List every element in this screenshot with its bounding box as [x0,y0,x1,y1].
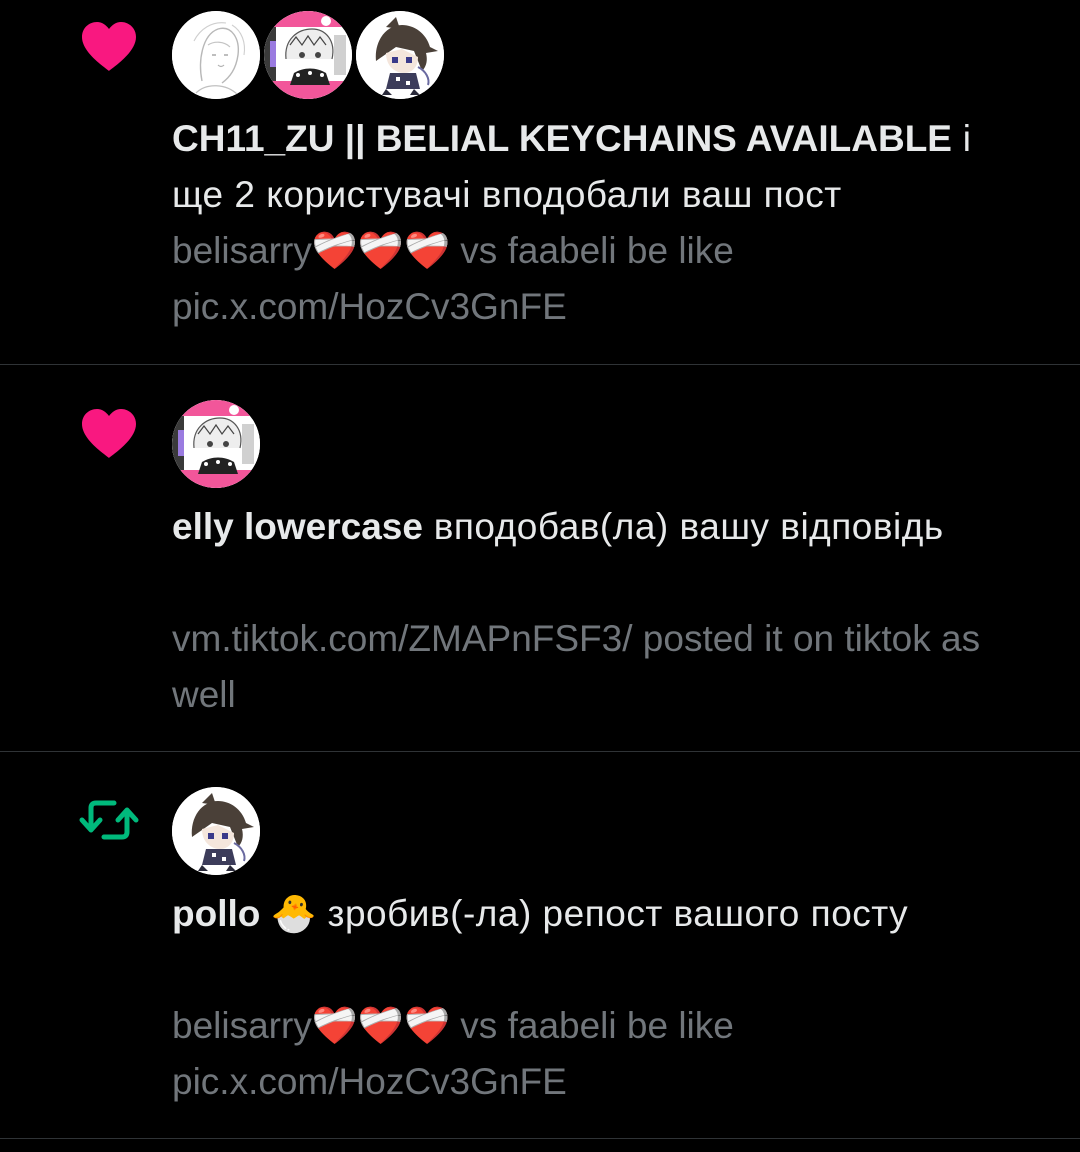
notifications-feed: CH11_ZU || BELIAL KEYCHAINS AVAILABLE і … [0,0,1080,1139]
avatar-group [172,11,444,99]
avatar-group [172,400,260,488]
user-name[interactable]: CH11_ZU || BELIAL KEYCHAINS AVAILABLE [172,118,952,159]
notification-headline: pollo 🐣 зробив(-ла) репост вашого посту [172,886,1032,942]
avatar[interactable] [172,11,260,99]
heart-icon [78,16,140,78]
avatar-group [172,787,260,875]
avatar[interactable] [264,11,352,99]
notification-item[interactable]: elly lowercase вподобав(ла) вашу відпові… [0,365,1080,752]
user-name[interactable]: pollo 🐣 [172,893,317,934]
notification-action: зробив(-ла) репост вашого посту [316,893,909,934]
repost-icon [78,789,140,851]
heart-icon [78,403,140,465]
notification-headline: CH11_ZU || BELIAL KEYCHAINS AVAILABLE і … [172,111,1032,223]
notification-action: вподобав(ла) вашу відповідь [422,506,944,547]
avatar[interactable] [172,400,260,488]
notification-headline: elly lowercase вподобав(ла) вашу відпові… [172,499,1032,555]
user-name[interactable]: elly lowercase [172,506,423,547]
avatar[interactable] [356,11,444,99]
avatar[interactable] [172,787,260,875]
notification-item[interactable]: CH11_ZU || BELIAL KEYCHAINS AVAILABLE і … [0,0,1080,365]
post-preview: vm.tiktok.com/ZMAPnFSF3/ posted it on ti… [172,618,981,715]
post-preview: belisarry❤️‍🩹❤️‍🩹❤️‍🩹 vs faabeli be like… [172,1005,734,1102]
post-preview: belisarry❤️‍🩹❤️‍🩹❤️‍🩹 vs faabeli be like… [172,230,734,327]
notification-item[interactable]: pollo 🐣 зробив(-ла) репост вашого посту … [0,752,1080,1139]
